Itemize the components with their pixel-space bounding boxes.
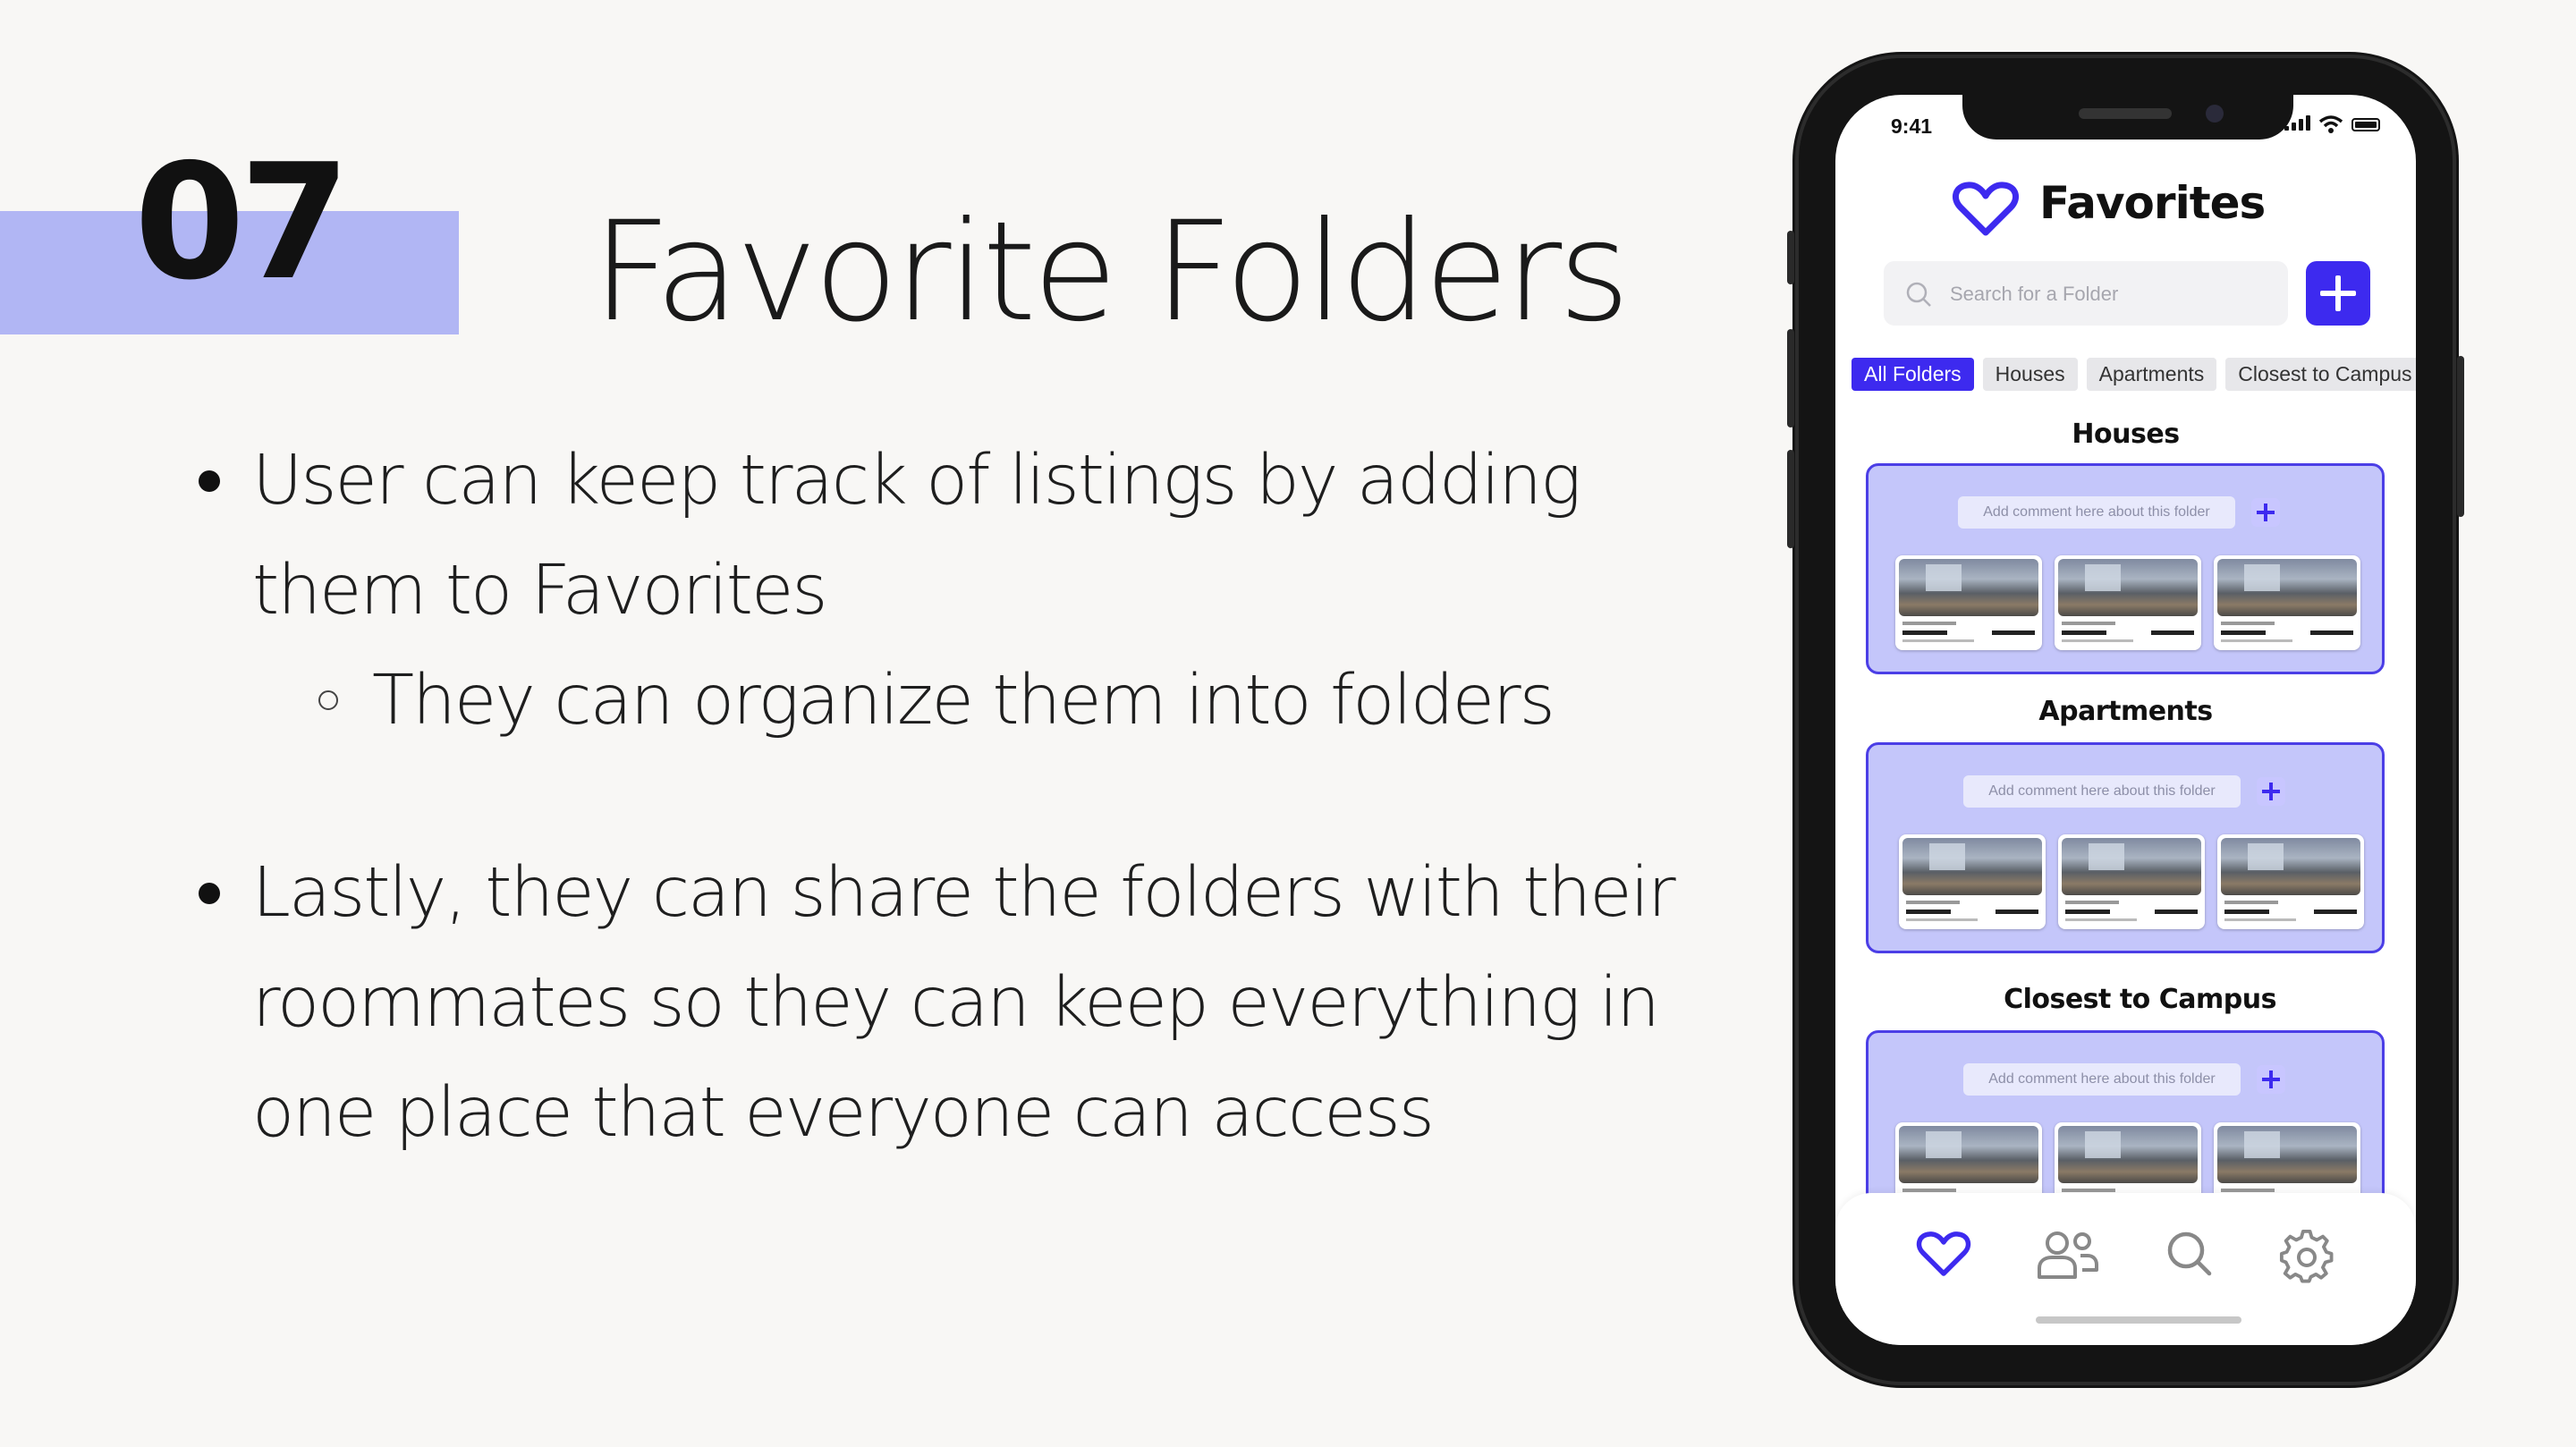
add-comment-button[interactable] [2251,498,2280,527]
tab-apartments[interactable]: Apartments [2086,358,2217,391]
slide-number: 07 [134,130,351,315]
folder-title: Houses [2072,419,2180,450]
listing-card[interactable] [2217,834,2364,929]
folder-comment-input[interactable]: Add comment here about this folder [1958,496,2235,529]
listing-card[interactable] [2214,555,2360,650]
folder-title: Closest to Campus [2004,984,2276,1015]
folder-tabs: All Folders Houses Apartments Closest to… [1852,358,2416,391]
sub-bullet-item: They can organize them into folders [199,646,1683,756]
listing-card[interactable] [1895,555,2042,650]
search-icon [1906,282,1931,307]
search-icon[interactable] [2165,1229,2215,1279]
folder-search-input[interactable]: Search for a Folder [1884,261,2288,326]
listing-card[interactable] [2055,555,2201,650]
add-comment-button[interactable] [2257,777,2285,806]
listing-thumbnails [1899,834,2364,929]
mute-switch [1787,231,1794,284]
heart-icon [1952,182,2020,236]
add-comment-button[interactable] [2257,1065,2285,1094]
battery-icon [2351,118,2380,131]
slide-title: Favorite Folders [592,192,1630,352]
bullet-item: Lastly, they can share the folders with … [199,838,1683,1168]
speaker [2079,108,2172,119]
settings-icon[interactable] [2279,1229,2334,1284]
home-indicator [2036,1316,2241,1324]
bullet-list: User can keep track of listings by addin… [199,426,1683,1168]
listing-card[interactable] [1899,834,2046,929]
listing-thumbnails [1895,555,2360,650]
listing-card[interactable] [2058,834,2205,929]
bullet-item: User can keep track of listings by addin… [199,426,1683,646]
screen-title: Favorites [2039,177,2266,229]
tab-all-folders[interactable]: All Folders [1852,358,1974,391]
phone-screen: 9:41 Favorites Search for a Folder All F [1835,95,2416,1345]
volume-up-button [1787,329,1794,427]
folder-comment-input[interactable]: Add comment here about this folder [1963,1063,2241,1096]
folder-card-apartments[interactable]: Add comment here about this folder [1866,742,2385,953]
power-button [2457,356,2464,517]
heart-icon[interactable] [1916,1229,1971,1279]
folder-title: Apartments [2038,696,2213,727]
tab-closest-to-campus[interactable]: Closest to Campus [2225,358,2416,391]
search-placeholder: Search for a Folder [1950,283,2119,305]
status-time: 9:41 [1891,114,1933,138]
volume-down-button [1787,450,1794,548]
tab-houses[interactable]: Houses [1982,358,2078,391]
folder-card-houses[interactable]: Add comment here about this folder [1866,463,2385,674]
signal-icon [2284,114,2310,131]
notch [1962,95,2293,140]
camera [2206,105,2224,123]
roommates-icon[interactable] [2036,1229,2100,1281]
folder-comment-input[interactable]: Add comment here about this folder [1963,775,2241,808]
wifi-icon [2318,115,2343,133]
add-folder-button[interactable] [2306,261,2370,326]
phone-mockup: 9:41 Favorites Search for a Folder All F [1787,52,2464,1388]
